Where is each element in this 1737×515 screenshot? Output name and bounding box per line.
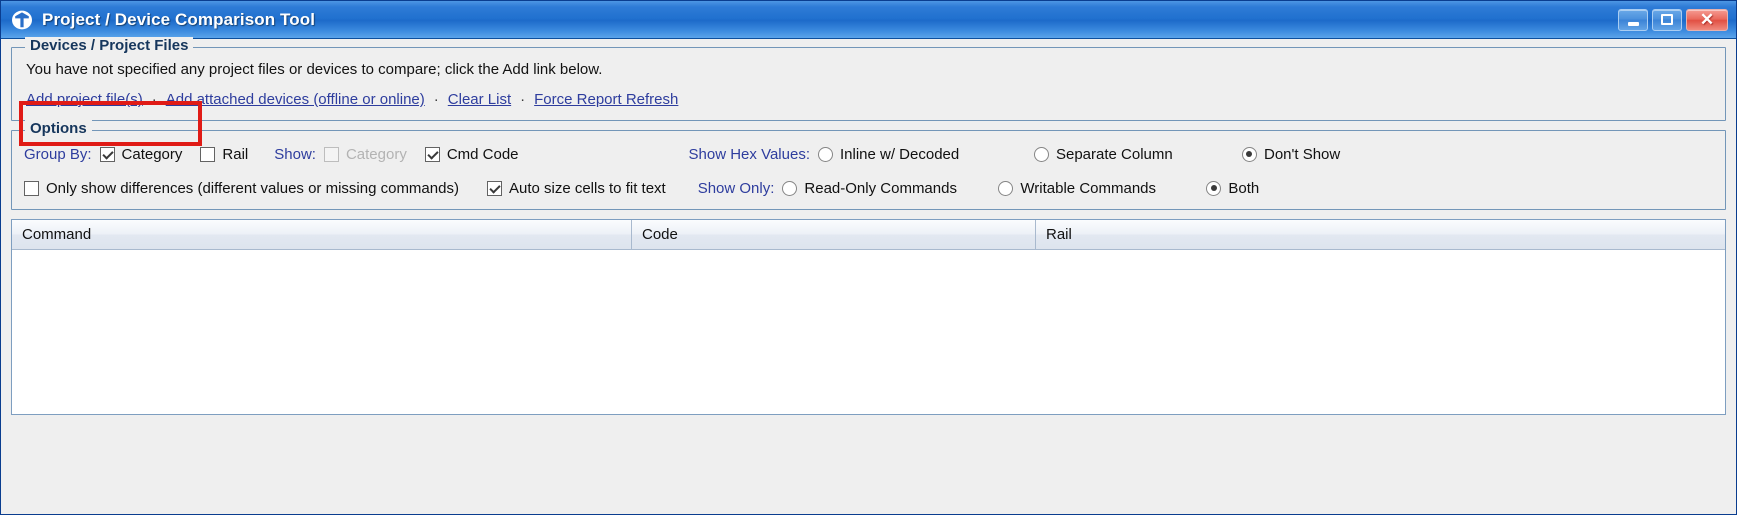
show-only-read-only-label: Read-Only Commands <box>804 179 957 197</box>
minimize-button[interactable] <box>1618 8 1648 31</box>
show-hex-values-label: Show Hex Values: <box>688 145 810 163</box>
options-group-title: Options <box>25 120 92 137</box>
checkbox-icon <box>99 146 115 162</box>
checkbox-icon <box>323 146 339 162</box>
radio-icon <box>1033 146 1049 162</box>
group-by-label: Group By: <box>24 145 92 163</box>
options-row-2: Only show differences (different values … <box>24 175 1713 201</box>
maximize-icon <box>1661 14 1673 25</box>
add-project-files-link[interactable]: Add project file(s) <box>26 91 143 108</box>
checkbox-icon <box>486 180 502 196</box>
grid-body[interactable] <box>12 250 1725 414</box>
ti-logo-icon <box>11 9 33 31</box>
show-only-both-radio[interactable]: Both <box>1206 180 1259 197</box>
show-label: Show: <box>274 145 316 163</box>
show-only-writable-label: Writable Commands <box>1020 179 1157 197</box>
devices-project-files-group: Devices / Project Files You have not spe… <box>11 37 1726 121</box>
show-category-checkbox: Category <box>323 145 407 163</box>
group-by-category-label: Category <box>121 145 183 163</box>
link-separator: · <box>151 91 157 108</box>
link-separator: · <box>520 91 526 108</box>
show-only-label: Show Only: <box>697 179 775 197</box>
force-report-refresh-link[interactable]: Force Report Refresh <box>534 91 678 108</box>
hex-separate-column-label: Separate Column <box>1055 145 1173 163</box>
minimize-icon <box>1627 21 1639 26</box>
show-only-both-label: Both <box>1228 179 1260 197</box>
grid-header-row: Command Code Rail <box>12 220 1725 250</box>
show-cmd-code-label: Cmd Code <box>446 145 519 163</box>
hex-dont-show-label: Don't Show <box>1263 145 1341 163</box>
devices-group-title: Devices / Project Files <box>25 37 194 54</box>
close-button[interactable]: ✕ <box>1686 8 1728 31</box>
show-category-label: Category <box>345 145 407 163</box>
only-show-differences-label: Only show differences (different values … <box>46 179 459 197</box>
hex-inline-radio[interactable]: Inline w/ Decoded <box>817 145 1034 163</box>
grid-column-header-code[interactable]: Code <box>632 220 1036 249</box>
show-cmd-code-checkbox[interactable]: Cmd Code <box>424 145 519 163</box>
auto-size-cells-checkbox[interactable]: Auto size cells to fit text <box>486 179 666 197</box>
window-controls: ✕ <box>1618 8 1732 31</box>
only-show-differences-checkbox[interactable]: Only show differences (different values … <box>24 180 459 197</box>
comparison-grid[interactable]: Command Code Rail <box>11 219 1726 415</box>
radio-icon <box>1241 146 1257 162</box>
clear-list-link[interactable]: Clear List <box>448 91 511 108</box>
auto-size-cells-label: Auto size cells to fit text <box>508 179 666 197</box>
application-window: Project / Device Comparison Tool ✕ Devic… <box>0 0 1737 515</box>
window-title: Project / Device Comparison Tool <box>42 9 316 29</box>
hex-dont-show-radio[interactable]: Don't Show <box>1241 145 1341 163</box>
title-bar: Project / Device Comparison Tool ✕ <box>1 1 1736 39</box>
add-attached-devices-link[interactable]: Add attached devices (offline or online) <box>166 91 425 108</box>
options-row-1: Group By: Category Rail Show: Category C… <box>24 141 1713 167</box>
checkbox-icon <box>24 180 39 196</box>
devices-info-text: You have not specified any project files… <box>26 61 603 78</box>
checkbox-icon <box>424 146 440 162</box>
radio-icon <box>782 180 798 196</box>
hex-separate-column-radio[interactable]: Separate Column <box>1033 145 1242 163</box>
devices-link-row: Add project file(s) · Add attached devic… <box>26 91 1711 108</box>
hex-inline-label: Inline w/ Decoded <box>839 145 960 163</box>
show-only-writable-radio[interactable]: Writable Commands <box>998 180 1206 197</box>
client-area: Devices / Project Files You have not spe… <box>1 37 1736 514</box>
group-by-rail-label: Rail <box>222 145 249 163</box>
radio-icon <box>1206 180 1222 196</box>
link-separator: · <box>433 91 439 108</box>
options-group: Options Group By: Category Rail Show: Ca… <box>11 120 1726 210</box>
group-by-category-checkbox[interactable]: Category <box>99 145 183 163</box>
grid-column-header-command[interactable]: Command <box>12 220 632 249</box>
close-icon: ✕ <box>1699 10 1715 29</box>
checkbox-icon <box>200 146 216 162</box>
radio-icon <box>817 146 833 162</box>
grid-column-header-rail[interactable]: Rail <box>1036 220 1725 249</box>
maximize-button[interactable] <box>1652 8 1682 31</box>
group-by-rail-checkbox[interactable]: Rail <box>200 146 248 163</box>
radio-icon <box>998 180 1014 196</box>
show-only-read-only-radio[interactable]: Read-Only Commands <box>782 180 998 197</box>
